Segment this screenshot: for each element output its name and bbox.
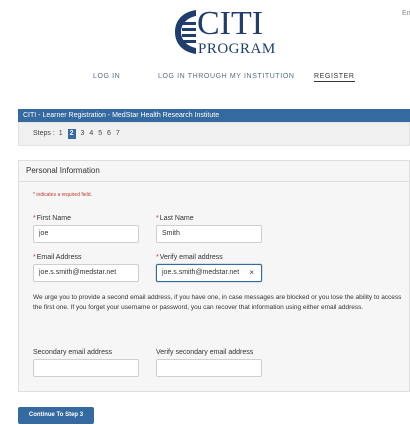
- secondary-email-info-text: We urge you to provide a second email ad…: [33, 294, 402, 311]
- verify-secondary-email-label: Verify secondary email address: [156, 349, 254, 356]
- clear-icon[interactable]: ×: [249, 265, 254, 281]
- personal-information-panel: Personal Information * indicates a requi…: [18, 160, 410, 392]
- step-7: 7: [115, 130, 120, 137]
- last-name-label: *Last Name: [156, 215, 194, 222]
- step-5: 5: [98, 130, 103, 137]
- required-marker: *: [33, 254, 36, 261]
- verify-email-value: joe.s.smith@medstar.net: [162, 269, 240, 276]
- secondary-email-label: Secondary email address: [33, 349, 112, 356]
- verify-email-input[interactable]: joe.s.smith@medstar.net ×: [156, 264, 262, 282]
- required-marker: *: [156, 215, 159, 222]
- last-name-input[interactable]: Smith: [156, 225, 262, 243]
- steps-label: Steps :: [33, 130, 55, 137]
- continue-to-step-3-button[interactable]: Continue To Step 3: [18, 407, 94, 424]
- panel-heading: Personal Information: [19, 161, 409, 182]
- required-field-note: * indicates a required field.: [33, 192, 92, 198]
- step-2-current: 2: [67, 129, 76, 139]
- steps-indicator: Steps : 1 2 3 4 5 6 7: [18, 122, 410, 146]
- globe-icon: [175, 10, 196, 54]
- first-name-label: *First Name: [33, 215, 71, 222]
- language-selector[interactable]: En: [402, 10, 410, 17]
- registration-banner: CITI - Learner Registration - MedStar He…: [18, 109, 410, 122]
- verify-secondary-email-input[interactable]: [156, 359, 262, 377]
- email-input[interactable]: joe.s.smith@medstar.net: [33, 264, 139, 282]
- step-3: 3: [80, 130, 85, 137]
- required-marker: *: [33, 215, 36, 222]
- nav-login-link[interactable]: LOG IN: [93, 73, 120, 80]
- logo-text-program: PROGRAM: [198, 41, 276, 57]
- step-4: 4: [89, 130, 94, 137]
- last-name-value: Smith: [162, 230, 180, 237]
- logo-text-citi: CITI: [197, 5, 264, 42]
- first-name-input[interactable]: joe: [33, 225, 139, 243]
- citi-program-logo[interactable]: CITI PROGRAM: [172, 5, 275, 62]
- step-6: 6: [107, 130, 111, 137]
- email-value: joe.s.smith@medstar.net: [39, 269, 117, 276]
- required-marker: *: [156, 254, 159, 261]
- verify-email-label: *Verify email address: [156, 254, 223, 261]
- secondary-email-input[interactable]: [33, 359, 139, 377]
- email-label: *Email Address: [33, 254, 82, 261]
- nav-institution-login-link[interactable]: LOG IN THROUGH MY INSTITUTION: [158, 73, 295, 80]
- nav-register-link[interactable]: REGISTER: [314, 73, 355, 82]
- step-1: 1: [58, 130, 63, 137]
- first-name-value: joe: [39, 230, 49, 237]
